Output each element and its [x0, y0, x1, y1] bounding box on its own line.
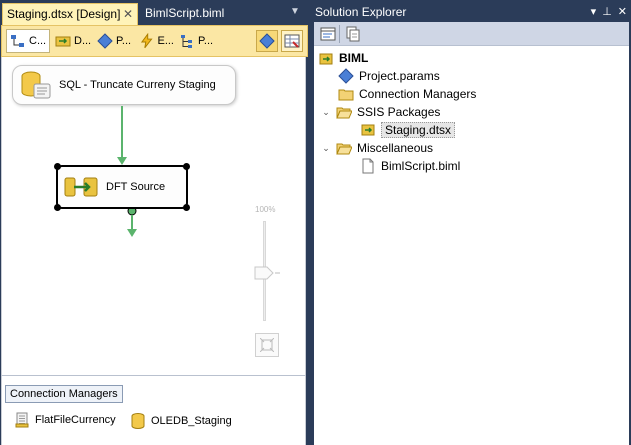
tree-label: BimlScript.biml: [381, 159, 461, 173]
connection-managers-tab[interactable]: Connection Managers: [5, 385, 123, 403]
tab-label: BimlScript.biml: [145, 6, 225, 20]
connection-flatfilecurrency[interactable]: FlatFileCurrency: [14, 412, 116, 428]
properties-button[interactable]: [319, 25, 337, 43]
subtab-label: D...: [74, 35, 92, 47]
connection-managers-panel: Connection Managers FlatFileCurrency OLE…: [1, 375, 306, 445]
tree-node-miscellaneous[interactable]: ⌄ Miscellaneous: [320, 139, 433, 157]
dropdown-icon[interactable]: ▾: [591, 3, 597, 21]
document-tabs: Staging.dtsx [Design] ✕ BimlScript.biml …: [0, 3, 309, 25]
tab-staging-design[interactable]: Staging.dtsx [Design] ✕: [2, 3, 138, 25]
tab-package-explorer[interactable]: P...: [176, 29, 220, 53]
close-icon[interactable]: ✕: [123, 4, 133, 24]
panel-title: Solution Explorer: [315, 5, 407, 19]
params-icon: [259, 33, 275, 49]
tree-icon: [181, 35, 192, 48]
tree-node-biml[interactable]: BIML: [318, 49, 368, 67]
zoom-control[interactable]: 100%: [253, 205, 283, 357]
tab-parameters[interactable]: P...: [94, 29, 134, 53]
tab-event-handlers[interactable]: E...: [136, 29, 174, 53]
tab-data-flow[interactable]: D...: [52, 29, 92, 53]
tree-node-ssis-packages[interactable]: ⌄ SSIS Packages: [320, 103, 440, 121]
params-icon: [97, 33, 113, 49]
tree-label: Connection Managers: [359, 87, 477, 101]
resize-handle[interactable]: [54, 163, 61, 170]
fit-to-window-button[interactable]: [255, 333, 279, 357]
resize-handle[interactable]: [54, 204, 61, 211]
tree-node-staging-dtsx[interactable]: Staging.dtsx: [360, 121, 456, 139]
variables-toolbar-button[interactable]: [281, 30, 303, 52]
connection-label: OLEDB_Staging: [151, 415, 232, 427]
fit-icon: [260, 338, 274, 352]
show-all-files-button[interactable]: [344, 25, 362, 43]
solution-explorer-toolbar: [314, 22, 629, 46]
dataflow-icon: [64, 177, 98, 197]
tab-label: Staging.dtsx [Design]: [7, 7, 121, 21]
flat-file-icon: [15, 412, 29, 428]
toolbar-separator: [339, 25, 340, 43]
design-canvas[interactable]: SQL - Truncate Curreny Staging DFT Sourc…: [1, 57, 306, 375]
dropdown-icon[interactable]: ▼: [290, 6, 300, 17]
solution-explorer: Solution Explorer ▾ ⊥ ✕ BIML Project.par…: [311, 0, 631, 445]
folder-open-icon: [336, 107, 352, 119]
resize-handle[interactable]: [183, 163, 190, 170]
chevron-down-icon[interactable]: ⌄: [320, 143, 332, 154]
file-icon: [362, 158, 374, 174]
solution-explorer-titlebar: Solution Explorer ▾ ⊥ ✕: [311, 3, 631, 21]
data-flow-icon: [55, 36, 71, 47]
connection-label: FlatFileCurrency: [35, 414, 116, 426]
arrow-head: [127, 229, 137, 237]
task-dft-source[interactable]: DFT Source: [54, 163, 190, 211]
tree-node-connection-managers[interactable]: Connection Managers: [338, 85, 476, 103]
lightning-icon: [140, 33, 153, 49]
package-designer: Staging.dtsx [Design] ✕ BimlScript.biml …: [0, 0, 309, 445]
tree-node-bimlscript[interactable]: BimlScript.biml: [360, 157, 460, 175]
connection-oledb-staging[interactable]: OLEDB_Staging: [130, 412, 232, 430]
params-icon: [338, 68, 354, 84]
tab-bimlscript[interactable]: BimlScript.biml: [141, 3, 251, 25]
task-label: DFT Source: [106, 181, 166, 193]
show-all-files-icon: [346, 26, 360, 42]
params-toolbar-button[interactable]: [256, 30, 278, 52]
designer-toolbar: C... D... P... E... P...: [1, 25, 308, 57]
tab-control-flow[interactable]: C...: [6, 29, 50, 53]
project-icon: [319, 53, 333, 65]
tree-label: Project.params: [359, 69, 440, 83]
pin-icon[interactable]: ⊥: [602, 3, 612, 21]
properties-icon: [320, 27, 336, 41]
database-icon: [131, 413, 145, 429]
grid-icon: [284, 34, 300, 48]
close-icon[interactable]: ✕: [618, 3, 627, 21]
solution-tree: BIML Project.params Connection Managers …: [314, 46, 629, 445]
subtab-label: E...: [157, 35, 174, 47]
folder-open-icon: [336, 143, 352, 155]
tree-label: Staging.dtsx: [381, 122, 456, 138]
subtab-label: P...: [198, 35, 214, 47]
subtab-label: C...: [29, 35, 47, 47]
package-icon: [361, 124, 375, 136]
subtab-label: P...: [116, 35, 132, 47]
resize-handle[interactable]: [183, 204, 190, 211]
zoom-label: 100%: [255, 205, 276, 214]
tree-label: BIML: [339, 51, 369, 65]
tree-label: Miscellaneous: [357, 141, 434, 155]
zoom-slider-thumb[interactable]: [253, 265, 283, 281]
chevron-down-icon[interactable]: ⌄: [320, 107, 332, 118]
tree-node-project-params[interactable]: Project.params: [338, 67, 440, 85]
tree-label: SSIS Packages: [357, 105, 441, 119]
arrow-head: [117, 157, 127, 165]
control-flow-icon: [11, 35, 24, 47]
folder-icon: [338, 89, 354, 101]
